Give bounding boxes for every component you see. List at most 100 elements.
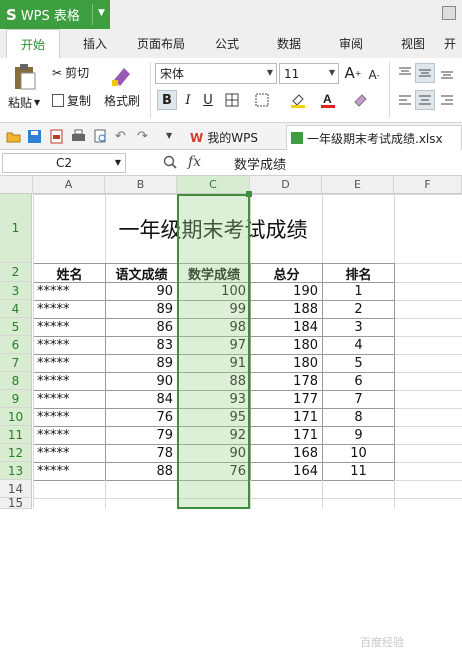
window-icon[interactable] — [442, 6, 456, 20]
grow-font-button[interactable]: A + — [343, 63, 363, 83]
redo-icon[interactable]: ↷ — [137, 129, 152, 144]
table-cell[interactable]: 99 — [178, 301, 250, 318]
column-title-cell[interactable]: 数学成绩 — [178, 264, 250, 283]
row-header-12[interactable]: 12 — [0, 444, 32, 462]
column-header-a[interactable]: A — [33, 176, 105, 194]
table-cell[interactable]: ***** — [34, 301, 105, 318]
row-header-1[interactable]: 1 — [0, 194, 32, 263]
table-cell[interactable]: 89 — [106, 301, 177, 318]
table-cell[interactable]: 10 — [323, 445, 394, 462]
font-name-select[interactable]: 宋体 ▼ — [155, 63, 277, 84]
export-pdf-icon[interactable] — [49, 129, 64, 144]
table-cell[interactable]: 95 — [178, 409, 250, 426]
table-cell[interactable]: 3 — [323, 319, 394, 336]
table-cell[interactable]: ***** — [34, 283, 105, 300]
table-cell[interactable]: 4 — [323, 337, 394, 354]
table-cell[interactable]: 178 — [251, 373, 322, 390]
format-painter-button[interactable]: 格式刷 — [104, 92, 140, 109]
table-cell[interactable]: 177 — [251, 391, 322, 408]
column-header-f[interactable]: F — [394, 176, 462, 194]
table-cell[interactable]: 180 — [251, 337, 322, 354]
table-cell[interactable]: 190 — [251, 283, 322, 300]
table-cell[interactable]: 93 — [178, 391, 250, 408]
tab-formulas[interactable]: 公式 — [204, 29, 250, 58]
shrink-font-button[interactable]: A- — [364, 65, 384, 85]
merge-cells-icon[interactable] — [252, 90, 272, 110]
table-cell[interactable]: 1 — [323, 283, 394, 300]
clear-format-icon[interactable] — [350, 90, 370, 110]
font-size-select[interactable]: 11 ▼ — [279, 63, 339, 84]
align-right-icon[interactable] — [437, 90, 457, 110]
table-cell[interactable]: ***** — [34, 463, 105, 480]
row-header-2[interactable]: 2 — [0, 263, 32, 282]
row-header-5[interactable]: 5 — [0, 318, 32, 336]
row-header-15[interactable]: 15 — [0, 496, 32, 510]
table-cell[interactable]: 88 — [106, 463, 177, 480]
table-cell[interactable]: 88 — [178, 373, 250, 390]
table-cell[interactable]: 78 — [106, 445, 177, 462]
row-header-9[interactable]: 9 — [0, 390, 32, 408]
row-header-8[interactable]: 8 — [0, 372, 32, 390]
table-cell[interactable]: 11 — [323, 463, 394, 480]
table-cell[interactable]: ***** — [34, 427, 105, 444]
table-cell[interactable]: 7 — [323, 391, 394, 408]
bold-button[interactable]: B — [157, 90, 177, 110]
table-cell[interactable]: 188 — [251, 301, 322, 318]
chevron-down-icon[interactable]: ▼ — [98, 8, 105, 18]
table-cell[interactable]: 164 — [251, 463, 322, 480]
formula-input[interactable]: 数学成绩 — [234, 154, 286, 173]
table-cell[interactable]: ***** — [34, 445, 105, 462]
row-header-13[interactable]: 13 — [0, 462, 32, 480]
doc-tab-spreadsheet[interactable]: 一年级期末考试成绩.xlsx — [286, 125, 462, 150]
row-header-7[interactable]: 7 — [0, 354, 32, 372]
fill-color-icon[interactable] — [288, 90, 308, 110]
column-title-cell[interactable]: 语文成绩 — [106, 264, 177, 283]
tab-review[interactable]: 审阅 — [328, 29, 374, 58]
select-all-corner[interactable] — [0, 176, 33, 194]
app-menu-button[interactable]: S WPS 表格 ▼ — [0, 0, 110, 29]
row-header-4[interactable]: 4 — [0, 300, 32, 318]
open-folder-icon[interactable] — [6, 129, 21, 144]
table-cell[interactable]: ***** — [34, 391, 105, 408]
zoom-icon[interactable] — [163, 155, 177, 169]
sheet-title[interactable]: 一年级期末考试成绩 — [33, 195, 393, 263]
table-cell[interactable]: 171 — [251, 409, 322, 426]
row-header-10[interactable]: 10 — [0, 408, 32, 426]
row-header-6[interactable]: 6 — [0, 336, 32, 354]
format-painter-icon[interactable] — [110, 64, 132, 88]
tab-home[interactable]: 开始 — [6, 29, 60, 58]
table-cell[interactable]: 76 — [106, 409, 177, 426]
column-header-d[interactable]: D — [250, 176, 322, 194]
table-cell[interactable]: ***** — [34, 337, 105, 354]
paste-button[interactable]: 粘贴 ▼ — [8, 94, 40, 111]
align-center-icon[interactable] — [415, 90, 435, 110]
table-cell[interactable]: 98 — [178, 319, 250, 336]
tab-view[interactable]: 视图 — [390, 29, 436, 58]
align-top-icon[interactable] — [395, 63, 415, 83]
table-cell[interactable]: 171 — [251, 427, 322, 444]
table-cell[interactable]: 90 — [106, 373, 177, 390]
table-cell[interactable]: ***** — [34, 409, 105, 426]
table-cell[interactable]: 5 — [323, 355, 394, 372]
doc-tab-my-wps[interactable]: W 我的WPS — [186, 125, 282, 150]
table-cell[interactable]: 84 — [106, 391, 177, 408]
quick-access-dropdown-icon[interactable]: ▼ — [166, 131, 181, 146]
align-bottom-icon[interactable] — [437, 63, 457, 83]
italic-button[interactable]: I — [178, 90, 198, 110]
undo-icon[interactable]: ↶ — [115, 129, 130, 144]
tab-page-layout[interactable]: 页面布局 — [130, 29, 192, 58]
table-cell[interactable]: 9 — [323, 427, 394, 444]
fx-icon[interactable]: fx — [188, 154, 201, 170]
row-header-3[interactable]: 3 — [0, 282, 32, 300]
tab-data[interactable]: 数据 — [266, 29, 312, 58]
print-icon[interactable] — [71, 129, 86, 144]
tab-insert[interactable]: 插入 — [72, 29, 118, 58]
table-cell[interactable]: 79 — [106, 427, 177, 444]
table-cell[interactable]: ***** — [34, 373, 105, 390]
table-cell[interactable]: 6 — [323, 373, 394, 390]
row-header-11[interactable]: 11 — [0, 426, 32, 444]
copy-button[interactable]: 复制 — [52, 92, 91, 109]
table-cell[interactable]: 89 — [106, 355, 177, 372]
table-cell[interactable]: 100 — [178, 283, 250, 300]
align-left-icon[interactable] — [395, 90, 415, 110]
